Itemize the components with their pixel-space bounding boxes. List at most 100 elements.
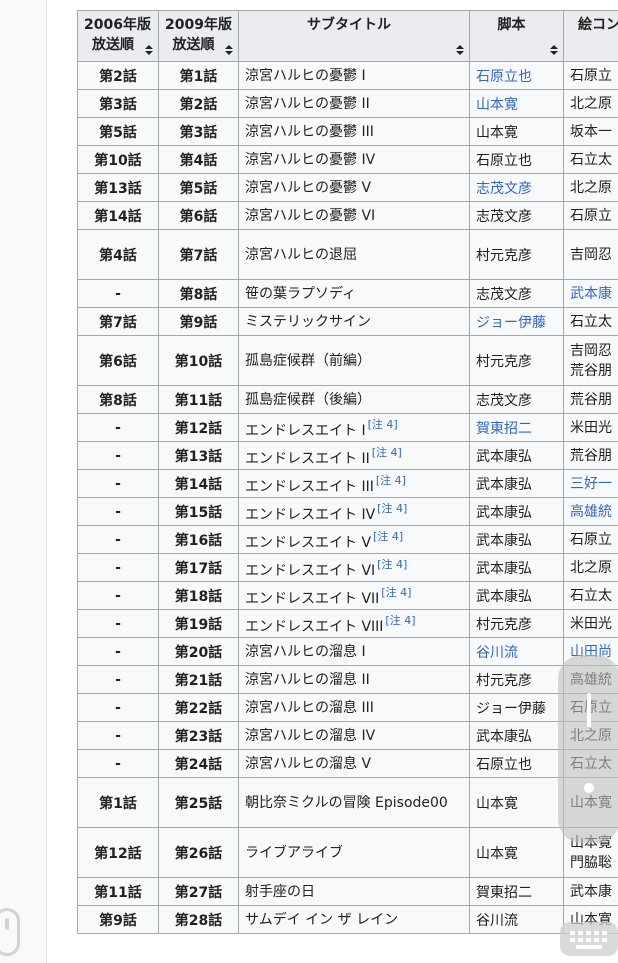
cell-2006-order: 第3話 bbox=[77, 89, 159, 118]
cell-subtitle: エンドレスエイト V [注 4] bbox=[238, 525, 470, 554]
script-writer: 谷川流 bbox=[476, 912, 518, 929]
cell-2006-order: - bbox=[77, 693, 159, 722]
script-writer-link[interactable]: 石原立也 bbox=[476, 69, 532, 85]
subtitle-text: エンドレスエイト VI bbox=[245, 562, 376, 579]
cell-subtitle: エンドレスエイト III [注 4] bbox=[238, 469, 470, 498]
subtitle-text: 涼宮ハルヒの溜息 IV bbox=[245, 727, 376, 744]
sort-icon[interactable] bbox=[456, 45, 464, 56]
table-row: - 第18話 エンドレスエイト VII [注 4] 武本康弘 石立太 bbox=[77, 581, 618, 610]
subtitle-text: エンドレスエイト I bbox=[245, 422, 366, 439]
scroll-thumb-bar bbox=[587, 693, 591, 727]
storyboard-artist: 北之原 bbox=[570, 95, 612, 112]
cell-subtitle: 涼宮ハルヒの憂鬱 VI bbox=[238, 201, 470, 230]
cell-script[interactable]: 石原立也 bbox=[469, 61, 564, 90]
table-row: - 第15話 エンドレスエイト IV [注 4] 武本康弘 高雄統 bbox=[77, 497, 618, 526]
script-writer: 村元克彦 bbox=[476, 353, 532, 370]
table-row: 第10話 第4話 涼宮ハルヒの憂鬱 IV 石原立也 石立太 bbox=[77, 145, 618, 174]
header-line: 2006年版 bbox=[84, 17, 151, 33]
subtitle-text: 涼宮ハルヒの憂鬱 VI bbox=[245, 207, 376, 224]
table-row: - 第14話 エンドレスエイト III [注 4] 武本康弘 三好一 bbox=[77, 469, 618, 498]
cell-2006-order: 第9話 bbox=[77, 905, 159, 934]
footnote-link[interactable]: [注 4] bbox=[381, 586, 411, 599]
cell-storyboard: 坂本一 bbox=[563, 117, 618, 146]
cell-script[interactable]: 賀東招二 bbox=[469, 413, 564, 442]
script-writer: 賀東招二 bbox=[476, 884, 532, 901]
cell-script[interactable]: ジョー伊藤 bbox=[469, 307, 564, 336]
cell-subtitle: エンドレスエイト IV [注 4] bbox=[238, 497, 470, 526]
subtitle-text: 射手座の日 bbox=[245, 883, 315, 900]
cell-2006-order: 第10話 bbox=[77, 145, 159, 174]
cell-subtitle: 涼宮ハルヒの溜息 I bbox=[238, 637, 470, 666]
script-writer: 武本康弘 bbox=[476, 560, 532, 577]
column-header-script[interactable]: 脚本 bbox=[469, 10, 564, 62]
cell-2009-order: 第22話 bbox=[158, 693, 239, 722]
table-row: 第5話 第3話 涼宮ハルヒの憂鬱 III 山本寛 坂本一 bbox=[77, 117, 618, 146]
subtitle-text: 涼宮ハルヒの憂鬱 III bbox=[245, 123, 374, 140]
cell-storyboard[interactable]: 三好一 bbox=[563, 469, 618, 498]
storyboard-artist: 荒谷朋 bbox=[570, 391, 612, 408]
cell-storyboard: 石立太 bbox=[563, 145, 618, 174]
cell-storyboard[interactable]: 武本康 bbox=[563, 279, 618, 308]
footnote-link[interactable]: [注 4] bbox=[377, 558, 407, 571]
cell-script: 村元克彦 bbox=[469, 609, 564, 638]
cell-2009-order: 第5話 bbox=[158, 173, 239, 202]
column-header-2006-order[interactable]: 2006年版 放送順 bbox=[77, 10, 159, 62]
table-row: 第6話 第10話 孤島症候群（前編） 村元克彦 吉岡忍 荒谷朋 bbox=[77, 335, 618, 386]
script-writer-link[interactable]: ジョー伊藤 bbox=[476, 315, 546, 331]
script-writer-link[interactable]: 谷川流 bbox=[476, 645, 518, 661]
cell-storyboard: 北之原 bbox=[563, 89, 618, 118]
cell-script: 志茂文彦 bbox=[469, 201, 564, 230]
script-writer-link[interactable]: 山本寛 bbox=[476, 97, 518, 113]
cell-2006-order: - bbox=[77, 665, 159, 694]
cell-2006-order: 第4話 bbox=[77, 229, 159, 280]
script-writer: ジョー伊藤 bbox=[476, 700, 546, 717]
script-writer-link[interactable]: 志茂文彦 bbox=[476, 181, 532, 197]
column-header-2009-order[interactable]: 2009年版 放送順 bbox=[158, 10, 239, 62]
cell-storyboard: 吉岡忍 bbox=[563, 229, 618, 280]
footnote-link[interactable]: [注 4] bbox=[368, 418, 398, 431]
cell-2006-order: 第5話 bbox=[77, 117, 159, 146]
footnote-link[interactable]: [注 4] bbox=[373, 530, 403, 543]
script-writer: 村元克彦 bbox=[476, 672, 532, 689]
subtitle-text: エンドレスエイト VII bbox=[245, 590, 380, 607]
column-header-storyboard[interactable]: 絵コンテ bbox=[563, 10, 618, 62]
cell-script[interactable]: 谷川流 bbox=[469, 637, 564, 666]
cell-subtitle: サムデイ イン ザ レイン bbox=[238, 905, 470, 934]
script-writer: 志茂文彦 bbox=[476, 392, 532, 409]
storyboard-artist-link[interactable]: 高雄統 bbox=[570, 504, 612, 520]
table-row: -第22話涼宮ハルヒの溜息 IIIジョー伊藤石原立 bbox=[77, 693, 618, 722]
cell-script[interactable]: 山本寛 bbox=[469, 89, 564, 118]
cell-script[interactable]: 志茂文彦 bbox=[469, 173, 564, 202]
episode-table-container[interactable]: 2006年版 放送順 2009年版 放送順 サブタイトル 脚本 絵コ 第2話 第… bbox=[77, 10, 618, 963]
footnote-link[interactable]: [注 4] bbox=[372, 446, 402, 459]
cell-subtitle: 涼宮ハルヒの溜息 III bbox=[238, 693, 470, 722]
sort-icon[interactable] bbox=[550, 45, 558, 56]
storyboard-artist-link[interactable]: 三好一 bbox=[570, 476, 612, 492]
header-line: 絵コンテ bbox=[578, 17, 618, 33]
cell-2009-order: 第10話 bbox=[158, 335, 239, 386]
footnote-link[interactable]: [注 4] bbox=[377, 502, 407, 515]
script-writer-link[interactable]: 賀東招二 bbox=[476, 421, 532, 437]
cell-script: 武本康弘 bbox=[469, 469, 564, 498]
script-writer: 武本康弘 bbox=[476, 728, 532, 745]
cell-2009-order: 第26話 bbox=[158, 827, 239, 878]
footnote-link[interactable]: [注 4] bbox=[376, 474, 406, 487]
table-row: 第3話 第2話 涼宮ハルヒの憂鬱 II 山本寛 北之原 bbox=[77, 89, 618, 118]
keyboard-icon[interactable] bbox=[560, 922, 618, 956]
table-row: 第12話第26話ライブアライブ山本寛山本寛門脇聡 bbox=[77, 827, 618, 878]
cell-subtitle: 孤島症候群（前編） bbox=[238, 335, 470, 386]
header-line: 2009年版 bbox=[165, 17, 232, 33]
sort-icon[interactable] bbox=[225, 45, 233, 56]
storyboard-artist-link[interactable]: 武本康 bbox=[570, 286, 612, 302]
cell-storyboard[interactable]: 高雄統 bbox=[563, 497, 618, 526]
cell-script: 村元克彦 bbox=[469, 665, 564, 694]
column-header-subtitle[interactable]: サブタイトル bbox=[238, 10, 470, 62]
scroll-thumb[interactable] bbox=[558, 655, 618, 843]
cell-script: 村元克彦 bbox=[469, 335, 564, 386]
subtitle-text: エンドレスエイト III bbox=[245, 478, 374, 495]
cell-script: 武本康弘 bbox=[469, 581, 564, 610]
cell-2006-order: - bbox=[77, 413, 159, 442]
script-writer: 武本康弘 bbox=[476, 532, 532, 549]
footnote-link[interactable]: [注 4] bbox=[385, 614, 415, 627]
sort-icon[interactable] bbox=[145, 45, 153, 56]
